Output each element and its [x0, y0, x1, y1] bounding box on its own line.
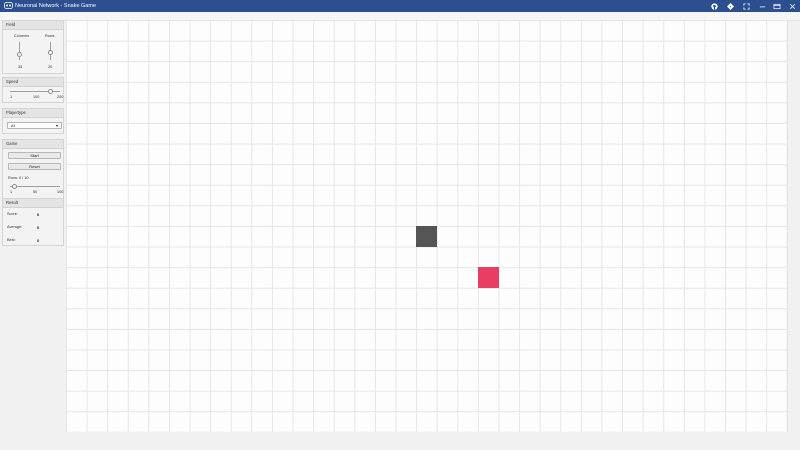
diamond-icon[interactable] [724, 1, 736, 11]
runs-min-label: 1 [10, 190, 13, 194]
speed-slider-thumb[interactable] [47, 89, 53, 94]
runs-max-label: 100 [57, 190, 64, 194]
speed-slider-track[interactable] [10, 91, 60, 92]
game-header: Game [3, 140, 63, 149]
score-value: 0 [37, 212, 40, 217]
playertype-selected-value: AI [11, 123, 15, 128]
speed-mid-label: 100 [33, 95, 40, 99]
columns-value: 35 [18, 65, 23, 69]
columns-slider-track[interactable] [19, 42, 20, 60]
average-value: 0 [37, 225, 40, 230]
playertype-panel: Playertype AI ▾ [2, 108, 64, 134]
runs-label: Runs: 0 / 10 [8, 176, 29, 180]
columns-label: Columns [14, 34, 29, 38]
runs-slider-thumb[interactable] [12, 184, 17, 189]
playertype-header: Playertype [3, 109, 63, 118]
speed-max-label: 200 [57, 95, 64, 99]
minimize-icon[interactable] [756, 1, 768, 11]
speed-panel: Speed 1 100 200 [2, 77, 64, 103]
start-button[interactable]: Start [8, 152, 61, 159]
average-label: Average: [7, 225, 23, 229]
best-value: 0 [37, 238, 40, 243]
game-board [66, 20, 788, 433]
result-panel: Result Score: 0 Average: 0 Best: 0 [2, 198, 64, 246]
fullscreen-icon[interactable] [740, 1, 752, 11]
field-header: Field [3, 21, 63, 30]
playertype-select[interactable]: AI ▾ [7, 122, 62, 129]
title-bar: Neuronal Network - Snake Game [0, 0, 800, 12]
columns-slider-thumb[interactable] [17, 52, 22, 57]
snake-head [416, 226, 437, 247]
reset-button[interactable]: Reset [8, 163, 61, 170]
runs-slider-track[interactable] [10, 186, 60, 187]
github-icon[interactable] [708, 1, 720, 11]
field-panel: Field Columns Rows 35 20 [2, 20, 64, 74]
status-strip [0, 432, 800, 450]
app-logo-icon [4, 2, 13, 9]
best-label: Best: [7, 238, 16, 242]
rows-slider-thumb[interactable] [48, 50, 53, 55]
score-label: Score: [7, 212, 18, 216]
chevron-down-icon: ▾ [55, 123, 58, 128]
window-title: Neuronal Network - Snake Game [15, 3, 97, 9]
rows-value: 20 [48, 65, 53, 69]
restore-icon[interactable] [771, 1, 783, 11]
rows-label: Rows [45, 34, 55, 38]
speed-header: Speed [3, 78, 63, 87]
close-icon[interactable] [786, 1, 798, 11]
result-header: Result [3, 199, 63, 208]
speed-min-label: 1 [10, 95, 13, 99]
food-item [478, 267, 499, 288]
runs-mid-label: 50 [33, 190, 38, 194]
